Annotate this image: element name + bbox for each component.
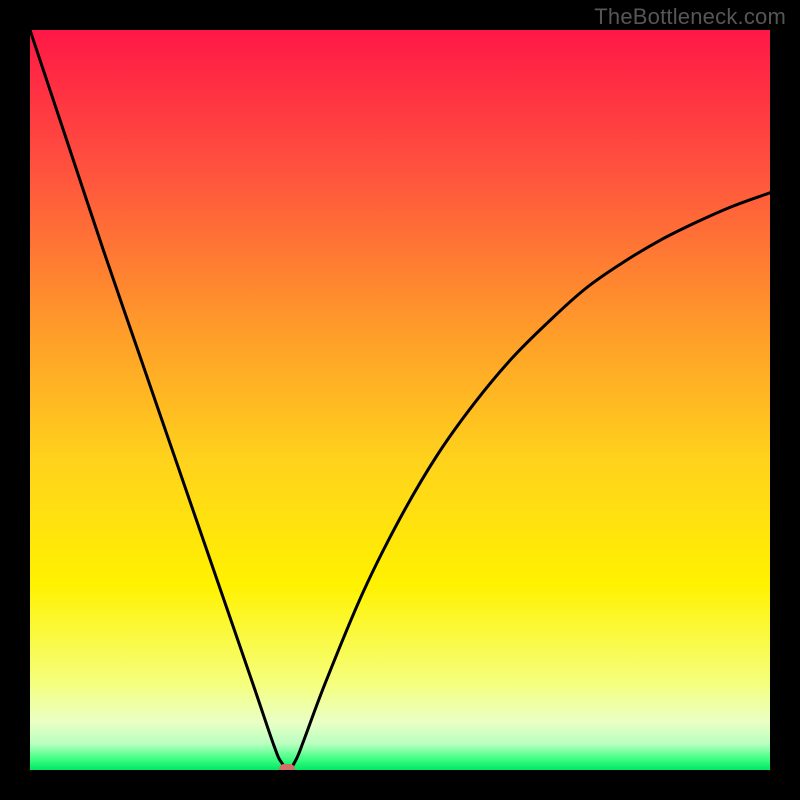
watermark-text: TheBottleneck.com bbox=[594, 4, 786, 30]
plot-svg bbox=[30, 30, 770, 770]
gradient-background bbox=[30, 30, 770, 770]
minimum-marker bbox=[279, 764, 295, 770]
plot-area bbox=[30, 30, 770, 770]
chart-frame: TheBottleneck.com bbox=[0, 0, 800, 800]
